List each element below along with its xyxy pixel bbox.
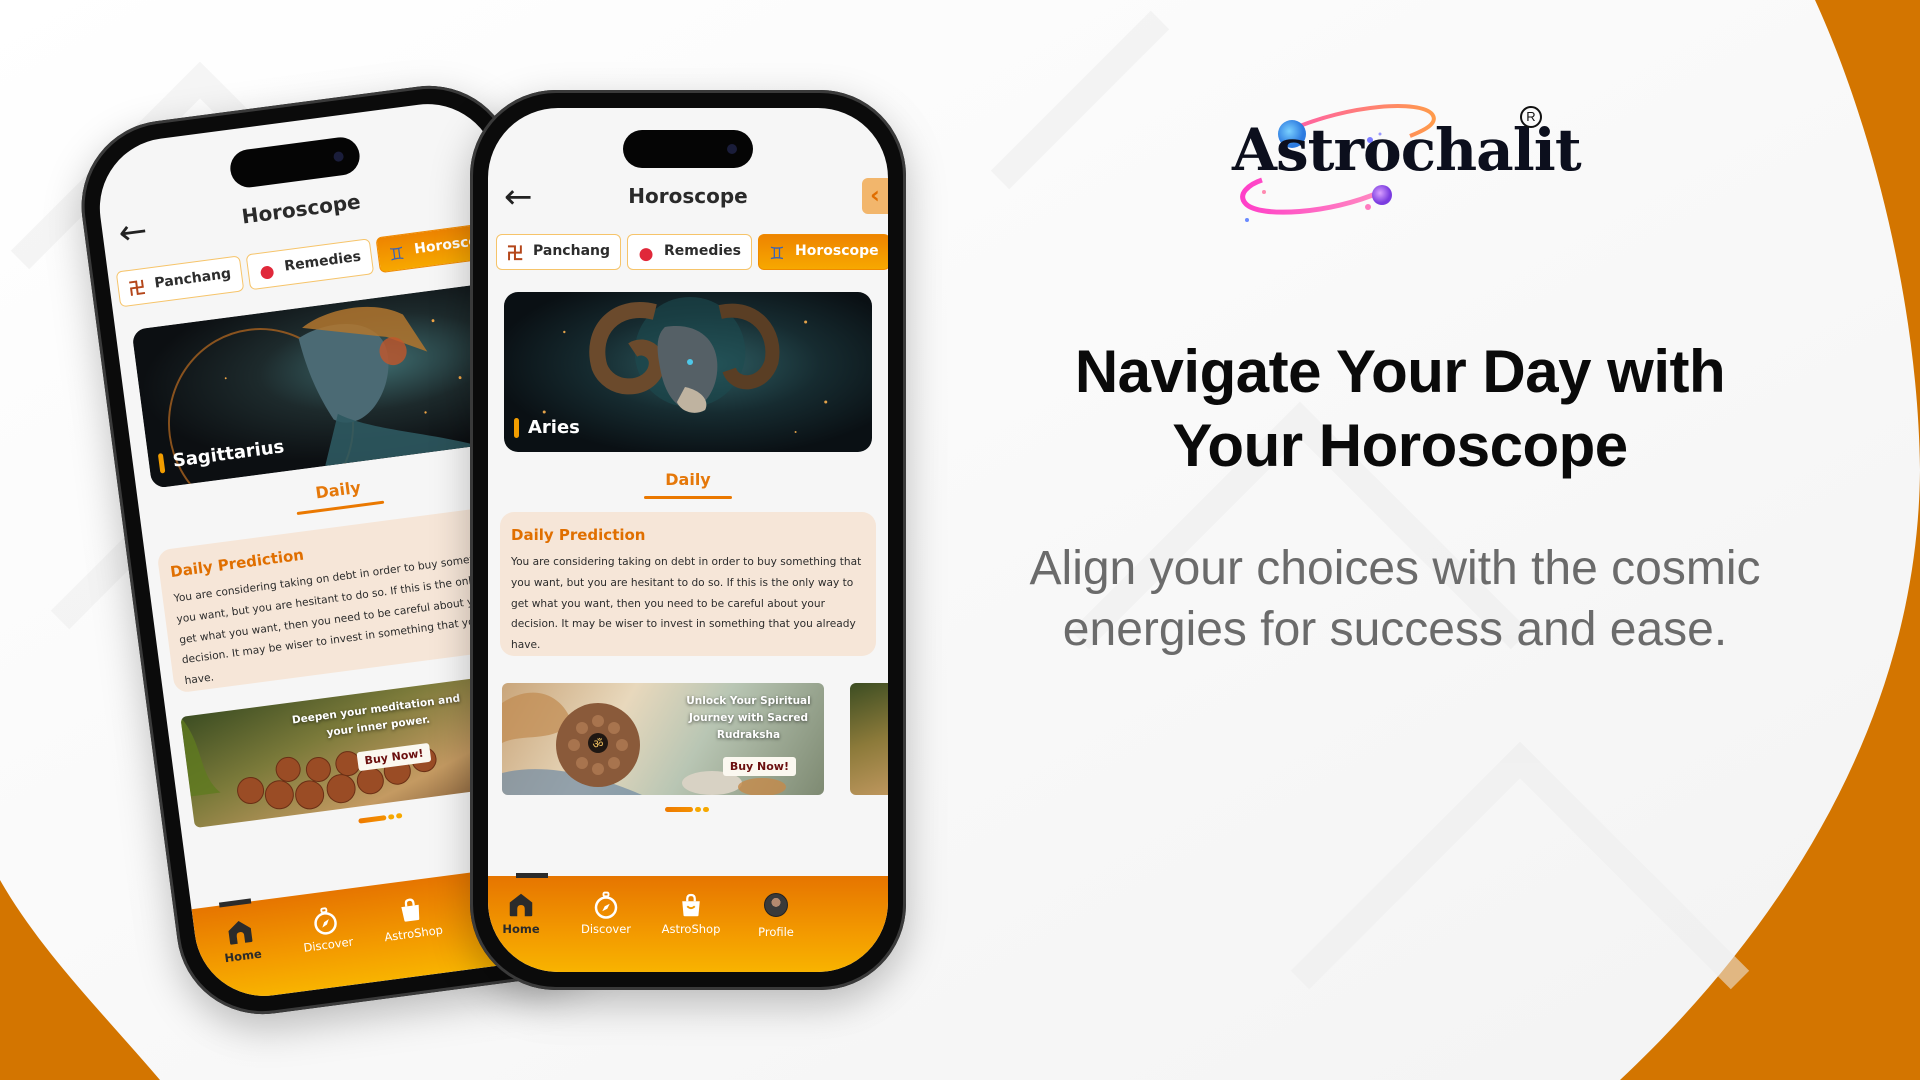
prediction-title: Daily Prediction — [511, 526, 646, 544]
zodiac-card[interactable]: Aries — [504, 292, 872, 452]
remedies-icon: ● — [638, 244, 654, 264]
category-chips: 卍 Panchang ● Remedies ♊ Horoscope — [496, 234, 888, 274]
zodiac-card[interactable]: Sagittarius — [131, 282, 518, 489]
nav-divider — [218, 898, 252, 908]
carousel-dot[interactable] — [387, 814, 395, 820]
compass-icon — [314, 907, 337, 935]
zodiac-name: Aries — [514, 417, 580, 438]
svg-text:ॐ: ॐ — [593, 737, 604, 751]
nav-discover[interactable]: Discover — [561, 890, 651, 936]
chip-panchang[interactable]: 卍 Panchang — [115, 255, 245, 308]
nav-divider — [516, 873, 548, 878]
chip-label: Remedies — [283, 248, 362, 275]
chip-label: Remedies — [664, 243, 742, 259]
chip-label: Horoscope — [795, 243, 879, 259]
home-icon — [228, 920, 253, 945]
promo-banner-next[interactable] — [850, 683, 888, 795]
camera-icon — [727, 144, 737, 154]
dynamic-island — [623, 130, 753, 168]
buy-now-button[interactable]: Buy Now! — [722, 757, 796, 776]
banner-text: Unlock Your Spiritual Journey with Sacre… — [686, 695, 811, 741]
nav-label: Discover — [580, 922, 631, 936]
carousel-dot[interactable] — [703, 807, 709, 812]
nav-label: Home — [223, 946, 263, 966]
avatar — [764, 893, 788, 917]
swastika-icon: 卍 — [506, 244, 524, 264]
chip-label: Panchang — [533, 243, 610, 259]
nav-label: Profile — [758, 925, 794, 939]
nav-home[interactable]: Home — [488, 890, 566, 936]
nav-profile[interactable]: Profile — [731, 890, 821, 939]
promo-banner[interactable]: ॐ Unlock Your Spiritual Journey with Sac… — [502, 683, 824, 795]
chip-panchang[interactable]: 卍 Panchang — [496, 234, 621, 270]
carousel-dot[interactable] — [665, 807, 693, 812]
carousel-dot[interactable] — [395, 812, 403, 819]
chip-remedies[interactable]: ● Remedies — [245, 238, 375, 291]
app-header: ← Horoscope ‹ — [488, 178, 888, 218]
tab-daily[interactable]: Daily — [488, 470, 888, 489]
carousel-indicator — [358, 812, 404, 825]
nav-astroshop[interactable]: AstroShop — [364, 889, 459, 946]
carousel-dot[interactable] — [695, 807, 701, 812]
nav-label: Discover — [302, 934, 355, 955]
swastika-icon: 卍 — [127, 278, 147, 301]
chip-label: Panchang — [153, 265, 232, 292]
nav-astroshop[interactable]: AstroShop — [646, 890, 736, 936]
phone-mockup-front: ← Horoscope ‹ 卍 Panchang ● Remedies ♊ Horosco… — [470, 90, 906, 990]
page-title: Horoscope — [628, 184, 748, 208]
dynamic-island — [228, 135, 362, 190]
nav-label: AstroShop — [383, 922, 444, 945]
prediction-text: You are considering taking on debt in or… — [511, 556, 862, 652]
chevron-left-icon[interactable]: ‹ — [862, 178, 888, 214]
home-icon — [509, 893, 533, 917]
app-screen: ← Horoscope ‹ 卍 Panchang ● Remedies ♊ Horosco… — [488, 108, 888, 972]
chip-horoscope[interactable]: ♊ Horoscope — [758, 234, 888, 270]
carousel-indicator — [665, 807, 711, 813]
remedies-icon: ● — [258, 261, 276, 283]
camera-icon — [332, 150, 345, 163]
shopping-bag-icon — [401, 898, 420, 922]
registered-mark: R — [1520, 106, 1542, 128]
nav-label: AstroShop — [661, 922, 721, 936]
nav-discover[interactable]: Discover — [279, 900, 374, 957]
subheadline: Align your choices with the cosmic energ… — [1029, 542, 1761, 656]
compass-icon — [594, 891, 618, 919]
carousel-dot[interactable] — [358, 815, 387, 824]
gemini-faces-icon: ♊ — [388, 243, 406, 266]
headline: Navigate Your Day with Your Horoscope — [1074, 338, 1726, 479]
nav-home[interactable]: Home — [193, 911, 288, 968]
gemini-faces-icon: ♊ — [769, 244, 785, 264]
brand-logo: Astrochalit R — [1220, 92, 1582, 222]
prediction-card: Daily Prediction You are considering tak… — [500, 512, 876, 656]
bottom-navigation: Home Discover AstroShop Profile — [488, 873, 888, 972]
tab-indicator — [644, 496, 732, 499]
shopping-bag-icon — [682, 893, 700, 917]
chip-remedies[interactable]: ● Remedies — [627, 234, 753, 270]
promo-carousel: ॐ Unlock Your Spiritual Journey with Sac… — [502, 683, 888, 795]
nav-label: Home — [502, 922, 540, 936]
